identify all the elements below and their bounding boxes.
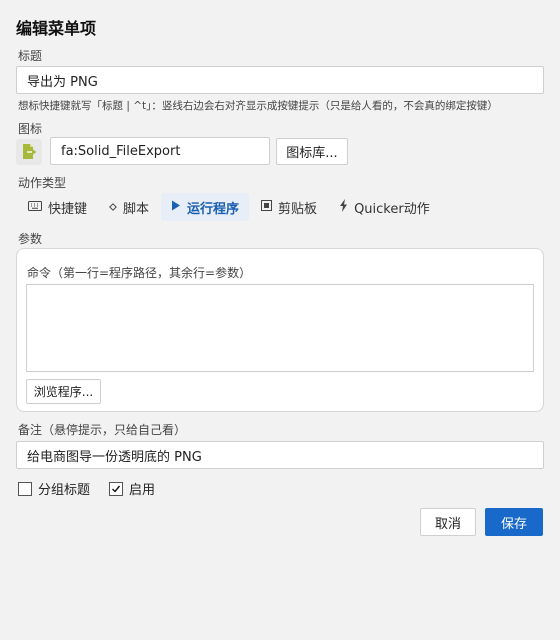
action-type-label: 动作类型 (18, 176, 67, 190)
cancel-button[interactable]: 取消 (420, 508, 476, 536)
tab-script[interactable]: 脚本 (99, 193, 159, 221)
clipboard-icon (261, 199, 273, 215)
title-input[interactable]: 导出为 PNG (16, 66, 544, 94)
action-type-tabs: 快捷键 脚本 运行程序 剪贴板 Quicker动作 (18, 193, 440, 221)
icon-library-button[interactable]: 图标库... (276, 138, 348, 165)
bolt-icon (339, 198, 348, 216)
tab-hotkey[interactable]: 快捷键 (18, 193, 97, 221)
params-label: 参数 (18, 232, 43, 246)
icon-input-value: fa:Solid_FileExport (61, 143, 181, 159)
tab-run-program[interactable]: 运行程序 (161, 193, 250, 221)
tab-clipboard[interactable]: 剪贴板 (251, 193, 327, 221)
file-export-icon (16, 139, 42, 165)
dialog-title: 编辑菜单项 (16, 19, 97, 38)
title-hint: 想标快捷键就写「标题 | ^t」：竖线右边会右对齐显示成按键提示（只是给人看的，… (18, 100, 498, 112)
command-textarea[interactable] (26, 284, 534, 372)
command-label: 命令（第一行=程序路径，其余行=参数） (27, 266, 252, 280)
enable-checkbox-label: 启用 (129, 483, 156, 498)
tab-script-label: 脚本 (123, 201, 150, 217)
icon-input[interactable]: fa:Solid_FileExport (50, 137, 270, 165)
tab-run-program-label: 运行程序 (187, 201, 240, 217)
browse-program-button[interactable]: 浏览程序... (26, 379, 101, 404)
group-title-checkbox[interactable]: 分组标题 (18, 479, 90, 498)
title-label: 标题 (18, 49, 43, 63)
enable-checkbox-box[interactable] (109, 481, 123, 496)
keyboard-icon (28, 200, 42, 215)
params-panel: 命令（第一行=程序路径，其余行=参数） 浏览程序... (16, 248, 544, 412)
enable-checkbox[interactable]: 启用 (109, 479, 155, 498)
checkmark-icon (112, 485, 121, 493)
note-label: 备注（悬停提示，只给自己看） (18, 423, 187, 437)
tab-hotkey-label: 快捷键 (48, 201, 88, 217)
title-input-value: 导出为 PNG (27, 74, 98, 90)
note-input-value: 给电商图导一份透明底的 PNG (27, 449, 202, 465)
save-button[interactable]: 保存 (485, 508, 543, 536)
tab-quicker-action[interactable]: Quicker动作 (329, 193, 440, 221)
group-title-checkbox-box[interactable] (18, 481, 32, 496)
group-title-checkbox-label: 分组标题 (38, 483, 91, 498)
diamond-icon (109, 200, 117, 215)
tab-clipboard-label: 剪贴板 (278, 201, 318, 217)
note-input[interactable]: 给电商图导一份透明底的 PNG (16, 441, 544, 469)
icon-label: 图标 (18, 122, 43, 136)
play-icon (171, 200, 181, 215)
tab-quicker-action-label: Quicker动作 (354, 201, 430, 217)
